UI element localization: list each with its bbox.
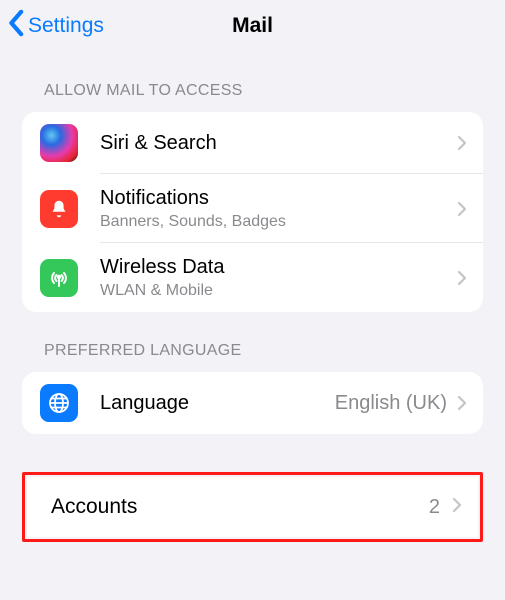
row-label: Siri & Search: [100, 131, 457, 156]
chevron-right-icon: [452, 497, 462, 518]
row-accounts[interactable]: Accounts 2: [27, 477, 478, 537]
section-header-language: PREFERRED LANGUAGE: [0, 312, 505, 372]
row-language[interactable]: Language English (UK): [22, 372, 483, 434]
globe-icon: [40, 384, 78, 422]
antenna-icon: [40, 259, 78, 297]
siri-icon: [40, 124, 78, 162]
row-wireless-data[interactable]: Wireless Data WLAN & Mobile: [22, 243, 483, 312]
row-notifications[interactable]: Notifications Banners, Sounds, Badges: [22, 174, 483, 243]
language-card: Language English (UK): [22, 372, 483, 434]
chevron-right-icon: [457, 395, 467, 411]
back-label: Settings: [28, 14, 104, 38]
chevron-right-icon: [457, 201, 467, 217]
section-header-access: ALLOW MAIL TO ACCESS: [0, 52, 505, 112]
bell-icon: [40, 190, 78, 228]
row-subtitle: Banners, Sounds, Badges: [100, 213, 457, 231]
row-siri-search[interactable]: Siri & Search: [22, 112, 483, 174]
row-label: Accounts: [51, 495, 429, 519]
chevron-right-icon: [457, 135, 467, 151]
chevron-right-icon: [457, 270, 467, 286]
navbar: Settings Mail: [0, 0, 505, 52]
row-value: English (UK): [335, 392, 447, 415]
row-label: Wireless Data: [100, 255, 457, 280]
back-button[interactable]: Settings: [8, 9, 104, 43]
accounts-highlight: Accounts 2: [22, 472, 483, 542]
row-label: Language: [100, 391, 335, 416]
row-label: Notifications: [100, 186, 457, 211]
access-card: Siri & Search Notifications Banners, Sou…: [22, 112, 483, 312]
chevron-left-icon: [8, 9, 26, 43]
row-value: 2: [429, 496, 440, 519]
row-subtitle: WLAN & Mobile: [100, 282, 457, 300]
